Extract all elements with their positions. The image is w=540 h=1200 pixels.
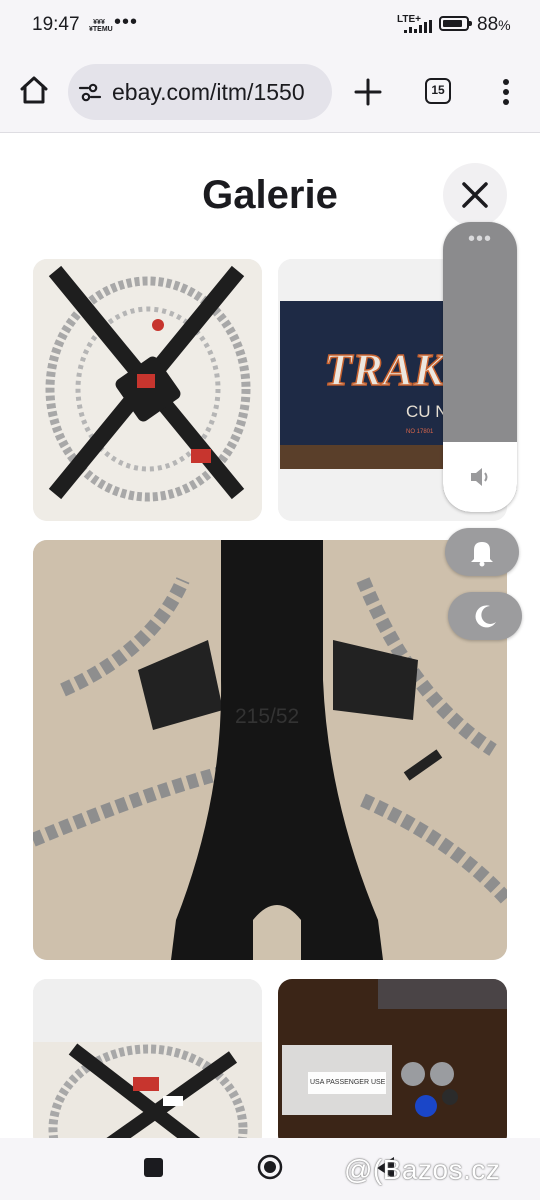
bolts-image: USA PASSENGER USE: [278, 979, 507, 1138]
ring-mode-button[interactable]: [445, 528, 519, 576]
gallery-thumb-5[interactable]: USA PASSENGER USE: [278, 979, 507, 1138]
bazos-watermark: @(Bazos.cz: [344, 1154, 501, 1185]
moon-icon: [475, 605, 496, 628]
status-time: 19:47: [32, 14, 80, 35]
speaker-icon: [471, 468, 488, 486]
browser-toolbar: ebay.com/itm/1550 15: [0, 52, 540, 133]
bag-small-text: NO 17801: [406, 429, 434, 435]
address-bar[interactable]: ebay.com/itm/1550: [68, 64, 332, 120]
battery-percent: 88%: [477, 14, 511, 35]
do-not-disturb-button[interactable]: [448, 592, 522, 640]
recents-button[interactable]: [144, 1158, 163, 1177]
close-button[interactable]: [443, 163, 507, 227]
url-text[interactable]: ebay.com/itm/1550: [112, 79, 326, 106]
packet-label: USA PASSENGER USE: [310, 1079, 386, 1086]
gallery-thumb-4[interactable]: [33, 979, 262, 1138]
site-settings-icon[interactable]: [78, 80, 102, 104]
more-notifications-icon: •••: [114, 11, 139, 33]
signal-icon: [404, 20, 432, 33]
new-tab-icon[interactable]: [350, 74, 386, 110]
close-icon: [462, 182, 488, 208]
battery-icon: [439, 16, 472, 31]
gallery-page: Galerie TRAK CU NA NO 17801 215/52 USA P…: [0, 133, 540, 1138]
gallery-thumb-1[interactable]: [33, 259, 262, 521]
temu-notification-icon: ¥¥¥¥TEMU: [89, 19, 113, 33]
status-bar: 19:47 ¥¥¥¥TEMU ••• LTE+ 88%: [0, 0, 540, 52]
volume-panel[interactable]: •••: [443, 222, 517, 512]
bag-logo-text: TRAK: [324, 344, 447, 395]
home-nav-button[interactable]: [257, 1154, 283, 1180]
system-nav-bar: @(Bazos.cz: [0, 1138, 540, 1200]
size-marking: 215/52: [235, 705, 299, 728]
snow-chain-image: [33, 979, 262, 1138]
volume-more-icon[interactable]: •••: [443, 228, 517, 251]
bell-icon: [471, 542, 493, 567]
chain-arm-image: 215/52: [33, 540, 507, 960]
home-icon[interactable]: [14, 70, 54, 110]
volume-slider[interactable]: [443, 442, 517, 512]
snow-chain-image: [33, 259, 262, 521]
overflow-menu-icon[interactable]: [492, 76, 520, 108]
tab-switcher-button[interactable]: 15: [425, 78, 451, 104]
gallery-image-main[interactable]: 215/52: [33, 540, 507, 960]
